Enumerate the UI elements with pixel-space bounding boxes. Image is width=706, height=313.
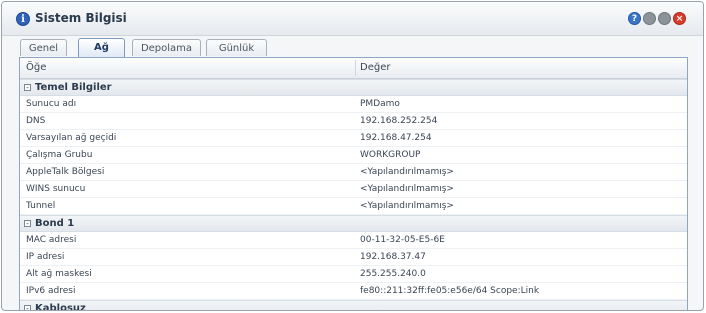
maximize-icon[interactable] xyxy=(658,12,671,25)
row-value: <Yapılandırılmamış> xyxy=(360,167,454,177)
minimize-icon[interactable] xyxy=(643,12,656,25)
system-info-window: i Sistem Bilgisi ? × Genel Ağ Depolama G… xyxy=(1,1,704,311)
help-icon[interactable]: ? xyxy=(628,12,641,25)
group-bond-1[interactable]: - Bond 1 xyxy=(20,215,687,232)
group-label: Temel Bilgiler xyxy=(35,82,112,93)
table-row[interactable]: Çalışma Grubu WORKGROUP xyxy=(20,147,687,164)
row-value: <Yapılandırılmamış> xyxy=(360,201,454,211)
table-row[interactable]: WINS sunucu <Yapılandırılmamış> xyxy=(20,181,687,198)
group-label: Kablosuz xyxy=(35,303,86,311)
row-key: IPv6 adresi xyxy=(26,286,76,296)
row-key: DNS xyxy=(26,116,46,126)
collapse-icon[interactable]: - xyxy=(24,84,31,92)
close-icon[interactable]: × xyxy=(673,12,686,25)
table-row[interactable]: Sunucu adı PMDamo xyxy=(20,96,687,113)
tab-log[interactable]: Günlük xyxy=(206,39,267,56)
column-header-value[interactable]: Değer xyxy=(360,62,390,73)
collapse-icon[interactable]: - xyxy=(24,220,31,228)
collapse-icon[interactable]: - xyxy=(24,305,31,310)
row-key: MAC adresi xyxy=(26,235,77,245)
row-value: PMDamo xyxy=(360,99,400,109)
row-value: fe80::211:32ff:fe05:e56e/64 Scope:Link xyxy=(360,286,540,296)
row-value: 00-11-32-05-E5-6E xyxy=(360,235,445,245)
row-value: 255.255.240.0 xyxy=(360,269,426,279)
info-table: Öğe Değer - Temel Bilgiler Sunucu adı PM… xyxy=(19,57,688,311)
row-key: Çalışma Grubu xyxy=(26,150,93,160)
row-key: WINS sunucu xyxy=(26,184,86,194)
tab-general[interactable]: Genel xyxy=(20,39,67,56)
group-label: Bond 1 xyxy=(35,218,75,229)
table-row[interactable]: MAC adresi 00-11-32-05-E5-6E xyxy=(20,232,687,249)
table-row[interactable]: Alt ağ maskesi 255.255.240.0 xyxy=(20,266,687,283)
table-row[interactable]: Varsayılan ağ geçidi 192.168.47.254 xyxy=(20,130,687,147)
table-row[interactable]: AppleTalk Bölgesi <Yapılandırılmamış> xyxy=(20,164,687,181)
row-key: AppleTalk Bölgesi xyxy=(26,167,105,177)
row-key: Alt ağ maskesi xyxy=(26,269,92,279)
column-header-item[interactable]: Öğe xyxy=(26,62,46,73)
table-row[interactable]: Tunnel <Yapılandırılmamış> xyxy=(20,198,687,215)
group-wireless[interactable]: - Kablosuz xyxy=(20,300,687,311)
table-header: Öğe Değer xyxy=(20,58,687,79)
row-value: WORKGROUP xyxy=(360,150,421,160)
row-key: Sunucu adı xyxy=(26,99,77,109)
info-icon: i xyxy=(16,12,30,26)
tab-network[interactable]: Ağ xyxy=(78,38,125,57)
table-row[interactable]: IP adresi 192.168.37.47 xyxy=(20,249,687,266)
window-title: Sistem Bilgisi xyxy=(35,11,127,25)
row-value: 192.168.47.254 xyxy=(360,133,432,143)
row-value: 192.168.252.254 xyxy=(360,116,438,126)
table-row[interactable]: DNS 192.168.252.254 xyxy=(20,113,687,130)
group-basic-info[interactable]: - Temel Bilgiler xyxy=(20,79,687,96)
row-value: 192.168.37.47 xyxy=(360,252,426,262)
tab-storage[interactable]: Depolama xyxy=(132,39,201,56)
column-divider[interactable] xyxy=(355,60,356,76)
row-key: Tunnel xyxy=(26,201,56,211)
table-row[interactable]: IPv6 adresi fe80::211:32ff:fe05:e56e/64 … xyxy=(20,283,687,300)
row-value: <Yapılandırılmamış> xyxy=(360,184,454,194)
row-key: Varsayılan ağ geçidi xyxy=(26,133,117,143)
row-key: IP adresi xyxy=(26,252,65,262)
title-bar[interactable]: i Sistem Bilgisi ? × xyxy=(2,2,703,36)
